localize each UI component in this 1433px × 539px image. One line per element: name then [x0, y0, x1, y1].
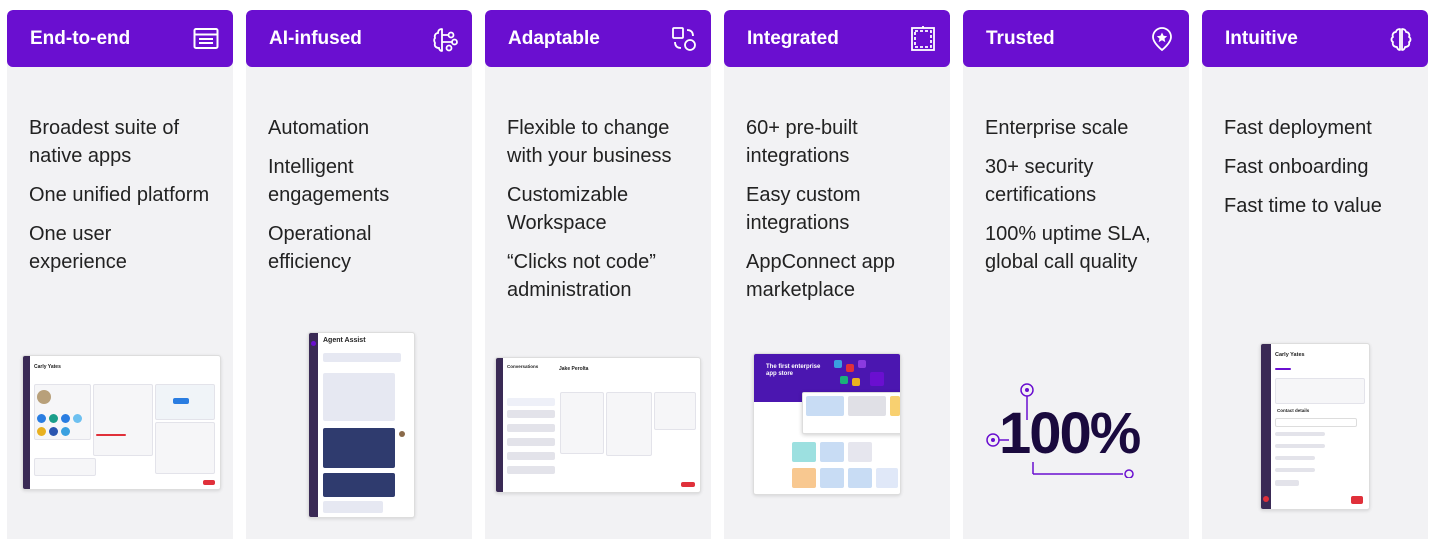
- feature-item: “Clicks not code” administration: [507, 251, 656, 301]
- app-screenshot-integrated: The first enterprise app store: [753, 353, 901, 495]
- card-adaptable: Adaptable Flexible to change with your b…: [485, 10, 711, 539]
- feature-item: Operational efficiency: [268, 223, 372, 273]
- app-screenshot-ai-infused: Agent Assist: [308, 332, 415, 518]
- app-screenshot-adaptable: Conversations Jake Perolta: [495, 357, 701, 493]
- value-props-grid: End-to-end Broadest suite of native apps…: [0, 0, 1433, 539]
- screenshot-section-title: Contact details: [1277, 408, 1310, 413]
- feature-item: Fast deployment: [1224, 117, 1372, 139]
- card-integrated: Integrated 60+ pre-built integrations Ea…: [724, 10, 950, 539]
- card-title: Integrated: [747, 27, 839, 49]
- card-ai-infused: AI-infused Automation Intelligent engage…: [246, 10, 472, 539]
- shapes-transform-icon: [671, 26, 697, 52]
- integration-box-icon: [910, 25, 936, 52]
- feature-list: Broadest suite of native apps One unifie…: [7, 67, 233, 276]
- card-title: End-to-end: [30, 27, 131, 49]
- card-header: AI-infused: [246, 10, 472, 67]
- feature-item: Intelligent engagements: [268, 156, 390, 206]
- feature-item: Fast onboarding: [1224, 156, 1369, 178]
- brain-icon: [1388, 26, 1414, 52]
- screenshot-contact-name: Jake Perolta: [559, 366, 589, 372]
- feature-list: Automation Intelligent engagements Opera…: [246, 67, 472, 276]
- feature-item: One user experience: [29, 223, 127, 273]
- feature-list: Flexible to change with your business Cu…: [485, 67, 711, 304]
- card-title: Intuitive: [1225, 27, 1298, 49]
- feature-list: 60+ pre-built integrations Easy custom i…: [724, 67, 950, 304]
- screenshot-panel-title: Conversations: [507, 364, 539, 369]
- screenshot-contact-name: Carly Yates: [1275, 352, 1305, 358]
- uptime-graphic: 100%: [983, 378, 1173, 478]
- feature-item: Enterprise scale: [985, 117, 1129, 139]
- feature-item: One unified platform: [29, 184, 210, 206]
- feature-item: Fast time to value: [1224, 195, 1382, 217]
- feature-item: AppConnect app marketplace: [746, 251, 896, 301]
- feature-item: Broadest suite of native apps: [29, 117, 180, 167]
- card-header: Intuitive: [1202, 10, 1428, 67]
- card-header: Adaptable: [485, 10, 711, 67]
- feature-item: Automation: [268, 117, 370, 139]
- shield-star-badge-icon: [1149, 26, 1175, 52]
- card-header: Integrated: [724, 10, 950, 67]
- card-end-to-end: End-to-end Broadest suite of native apps…: [7, 10, 233, 539]
- app-screenshot-end-to-end: Carly Yates: [22, 355, 221, 490]
- feature-item: Flexible to change with your business: [507, 117, 672, 167]
- card-trusted: Trusted Enterprise scale 30+ security ce…: [963, 10, 1189, 539]
- card-title: Adaptable: [508, 27, 600, 49]
- feature-list: Enterprise scale 30+ security certificat…: [963, 67, 1189, 276]
- ai-brain-circuit-icon: [432, 26, 458, 52]
- feature-item: 30+ security certifications: [985, 156, 1097, 206]
- feature-item: 100% uptime SLA, global call quality: [985, 223, 1151, 273]
- screenshot-hero-text: The first enterprise app store: [766, 364, 821, 377]
- feature-item: Customizable Workspace: [507, 184, 629, 234]
- card-title: AI-infused: [269, 27, 362, 49]
- screenshot-contact-name: Carly Yates: [34, 364, 61, 370]
- card-header: Trusted: [963, 10, 1189, 67]
- screenshot-panel-title: Agent Assist: [323, 337, 366, 344]
- app-screenshot-intuitive: Carly Yates Contact details: [1260, 343, 1370, 510]
- card-intuitive: Intuitive Fast deployment Fast onboardin…: [1202, 10, 1428, 539]
- browser-window-icon: [193, 26, 219, 52]
- card-title: Trusted: [986, 27, 1055, 49]
- feature-item: 60+ pre-built integrations: [746, 117, 858, 167]
- feature-item: Easy custom integrations: [746, 184, 861, 234]
- uptime-big-number: 100%: [999, 401, 1141, 466]
- feature-list: Fast deployment Fast onboarding Fast tim…: [1202, 67, 1428, 220]
- card-header: End-to-end: [7, 10, 233, 67]
